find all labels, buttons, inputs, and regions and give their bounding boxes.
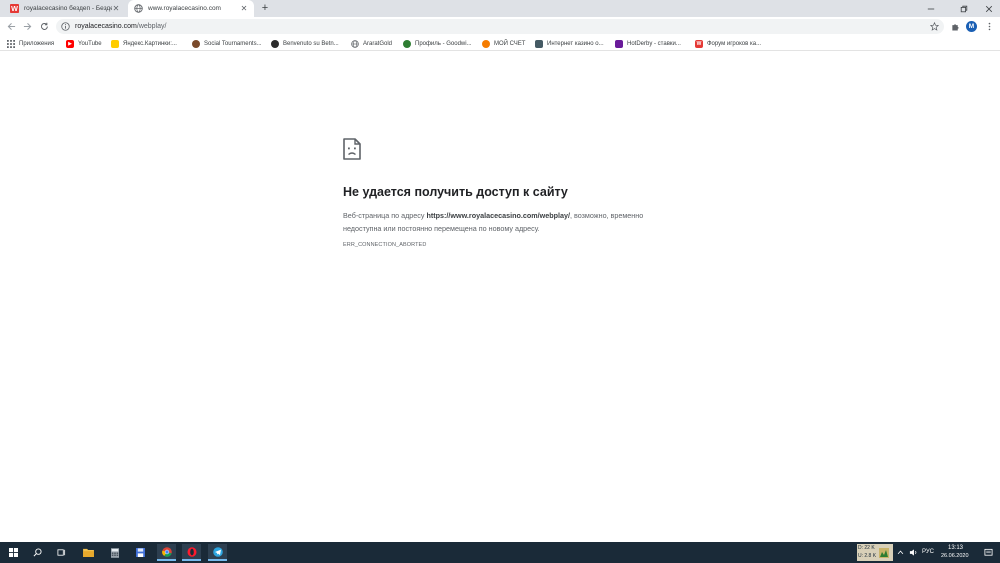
goodwin-icon: [403, 39, 411, 48]
error-code[interactable]: ERR_CONNECTION_ABORTED: [343, 242, 426, 248]
minimize-button[interactable]: [920, 0, 942, 17]
tray-app-icon[interactable]: [876, 544, 892, 561]
search-icon[interactable]: [29, 544, 46, 561]
bookmark-label: Приложения: [19, 40, 55, 47]
notifications-icon[interactable]: [981, 544, 995, 561]
bookmarks-bar: Приложения ▶ YouTube Яндекс.Картинки:...…: [0, 36, 1000, 51]
url-path: /webplay/: [136, 23, 167, 30]
globe-icon: [134, 4, 143, 13]
menu-kebab-icon[interactable]: [984, 21, 995, 32]
task-view-icon[interactable]: [53, 544, 70, 561]
opera-icon[interactable]: [182, 544, 201, 561]
bookmark-hotderby[interactable]: HotDerby - ставки...: [615, 38, 681, 49]
bookmark-label: Форум игроков ка...: [707, 40, 762, 47]
bookmark-my-account[interactable]: МОЙ СЧЕТ: [482, 38, 525, 49]
new-tab-button[interactable]: +: [259, 2, 271, 14]
save-disk-icon[interactable]: [132, 544, 149, 561]
bookmark-label: AraratGold: [363, 40, 393, 47]
bookmark-label: Профиль - Goodwi...: [415, 40, 472, 47]
calculator-icon[interactable]: [106, 544, 123, 561]
svg-text:W: W: [11, 4, 18, 13]
bookmark-label: YouTube: [78, 40, 102, 47]
extensions-puzzle-icon[interactable]: [950, 21, 961, 32]
error-url: https://www.royalacecasino.com/webplay/: [426, 211, 570, 220]
chrome-icon[interactable]: [157, 544, 176, 561]
windows-taskbar: D: 22 K U: 2.8 K РУС 13:13 26.06.2020: [0, 542, 1000, 563]
casino-icon: [535, 39, 543, 48]
social-tournaments-icon: [192, 39, 200, 48]
yandex-images-icon: [111, 39, 119, 48]
bookmark-betn[interactable]: Benvenuto su Betn...: [271, 38, 339, 49]
browser-toolbar: royalacecasino.com/webplay/ M: [0, 17, 1000, 36]
error-desc-prefix: Веб-страница по адресу: [343, 211, 427, 220]
account-icon: [482, 39, 490, 48]
tab-strip: W royalacecasino бездеп - Бездеп ✕ www.r…: [0, 0, 1000, 17]
bookmark-label: Интернет казино о...: [547, 40, 604, 47]
youtube-icon: ▶: [66, 39, 74, 48]
tab-close-icon[interactable]: ✕: [112, 4, 120, 13]
telegram-icon[interactable]: [208, 544, 227, 561]
error-page: Не удается получить доступ к сайту Веб-с…: [0, 52, 1000, 542]
close-window-button[interactable]: [978, 0, 1000, 17]
tab-title: www.royalacecasino.com: [148, 5, 221, 12]
restore-button[interactable]: [953, 0, 975, 17]
url-host: royalacecasino.com: [75, 23, 137, 30]
bookmark-internet-casino[interactable]: Интернет казино о...: [535, 38, 604, 49]
restore-icon: [960, 5, 968, 12]
reload-button[interactable]: [37, 19, 52, 34]
windows-start-icon[interactable]: [5, 544, 22, 561]
apps-grid-icon: [7, 39, 15, 48]
sad-page-icon: [343, 138, 361, 160]
bookmark-label: HotDerby - ставки...: [627, 40, 681, 47]
info-icon[interactable]: [61, 22, 70, 31]
arrow-right-icon: [23, 22, 32, 31]
reload-icon: [40, 22, 48, 30]
back-button[interactable]: [4, 19, 19, 34]
bookmark-label: Social Tournaments...: [204, 40, 262, 47]
bookmark-yandex-images[interactable]: Яндекс.Картинки:...: [111, 38, 177, 49]
w-icon: W: [695, 39, 703, 48]
bookmark-social-tournaments[interactable]: Social Tournaments...: [192, 38, 262, 49]
tab-close-icon[interactable]: ✕: [240, 4, 248, 13]
w-icon: W: [10, 4, 19, 13]
globe-icon: [351, 39, 359, 48]
speaker-icon[interactable]: [907, 544, 919, 561]
tab-title: royalacecasino бездеп - Бездеп: [24, 5, 112, 12]
bookmark-label: Benvenuto su Betn...: [283, 40, 339, 47]
url-text: royalacecasino.com/webplay/: [75, 23, 166, 30]
bookmark-apps[interactable]: Приложения: [7, 38, 54, 49]
forward-button[interactable]: [20, 19, 35, 34]
tab-royalacecasino-com[interactable]: www.royalacecasino.com ✕: [128, 0, 254, 17]
bookmark-star-icon[interactable]: [930, 22, 939, 31]
bookmark-label: МОЙ СЧЕТ: [494, 40, 526, 47]
bookmark-youtube[interactable]: ▶ YouTube: [66, 38, 102, 49]
clock-date[interactable]: 26.06.2020: [941, 553, 969, 559]
language-indicator[interactable]: РУС: [922, 549, 934, 555]
bookmark-forum[interactable]: W Форум игроков ка...: [695, 38, 761, 49]
file-explorer-icon[interactable]: [80, 544, 97, 561]
betn-icon: [271, 39, 279, 48]
close-icon: [985, 5, 993, 12]
bookmark-goodwin[interactable]: Профиль - Goodwi...: [403, 38, 472, 49]
address-bar[interactable]: royalacecasino.com/webplay/: [56, 19, 944, 34]
arrow-left-icon: [7, 22, 16, 31]
bookmark-araratgold[interactable]: AraratGold: [351, 38, 392, 49]
hotderby-icon: [615, 39, 623, 48]
clock-time[interactable]: 13:13: [948, 545, 963, 551]
bookmark-label: Яндекс.Картинки:...: [123, 40, 177, 47]
chevron-up-icon[interactable]: [895, 544, 905, 561]
net-up-text: D: 22 K: [858, 545, 875, 551]
tab-royalacecasino-bezdep[interactable]: W royalacecasino бездеп - Бездеп ✕: [4, 0, 126, 17]
profile-avatar[interactable]: M: [966, 21, 977, 32]
minimize-icon: [927, 8, 935, 9]
net-down-text: U: 2.8 K: [858, 553, 877, 559]
error-title: Не удается получить доступ к сайту: [343, 185, 568, 199]
error-description: Веб-страница по адресу https://www.royal…: [343, 209, 653, 235]
